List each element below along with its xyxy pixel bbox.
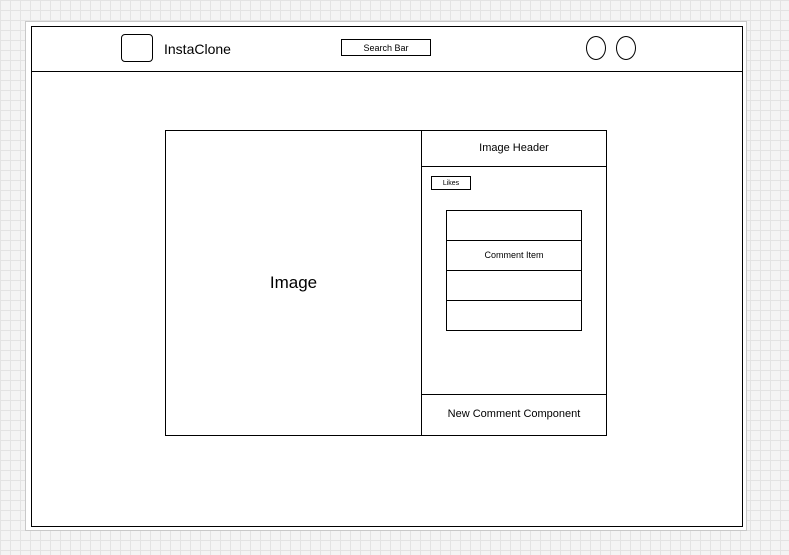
menu-circle-icon[interactable]: [616, 36, 636, 60]
logo-icon[interactable]: [121, 34, 153, 62]
image-label: Image: [269, 273, 318, 292]
new-comment-component[interactable]: New Comment Component: [422, 394, 606, 435]
comment-item: Comment Item: [447, 240, 581, 270]
comment-item: [447, 270, 581, 300]
profile-circle-icon[interactable]: [586, 36, 606, 60]
comment-list: Comment Item: [446, 210, 582, 331]
image-header: Image Header: [422, 131, 606, 167]
top-navbar: InstaClone Search Bar: [32, 27, 742, 72]
comment-item: [447, 211, 581, 240]
post-sidebar: Image Header Likes Comment Item New Comm…: [422, 131, 606, 435]
post-image[interactable]: Image: [166, 131, 422, 435]
post-card: Image Image Header Likes Comment Item Ne…: [165, 130, 607, 436]
app-title: InstaClone: [164, 41, 231, 57]
comment-item: [447, 300, 581, 330]
search-bar[interactable]: Search Bar: [341, 39, 431, 56]
app-window: InstaClone Search Bar Image Image Header…: [31, 26, 743, 527]
likes-button[interactable]: Likes: [431, 176, 471, 190]
